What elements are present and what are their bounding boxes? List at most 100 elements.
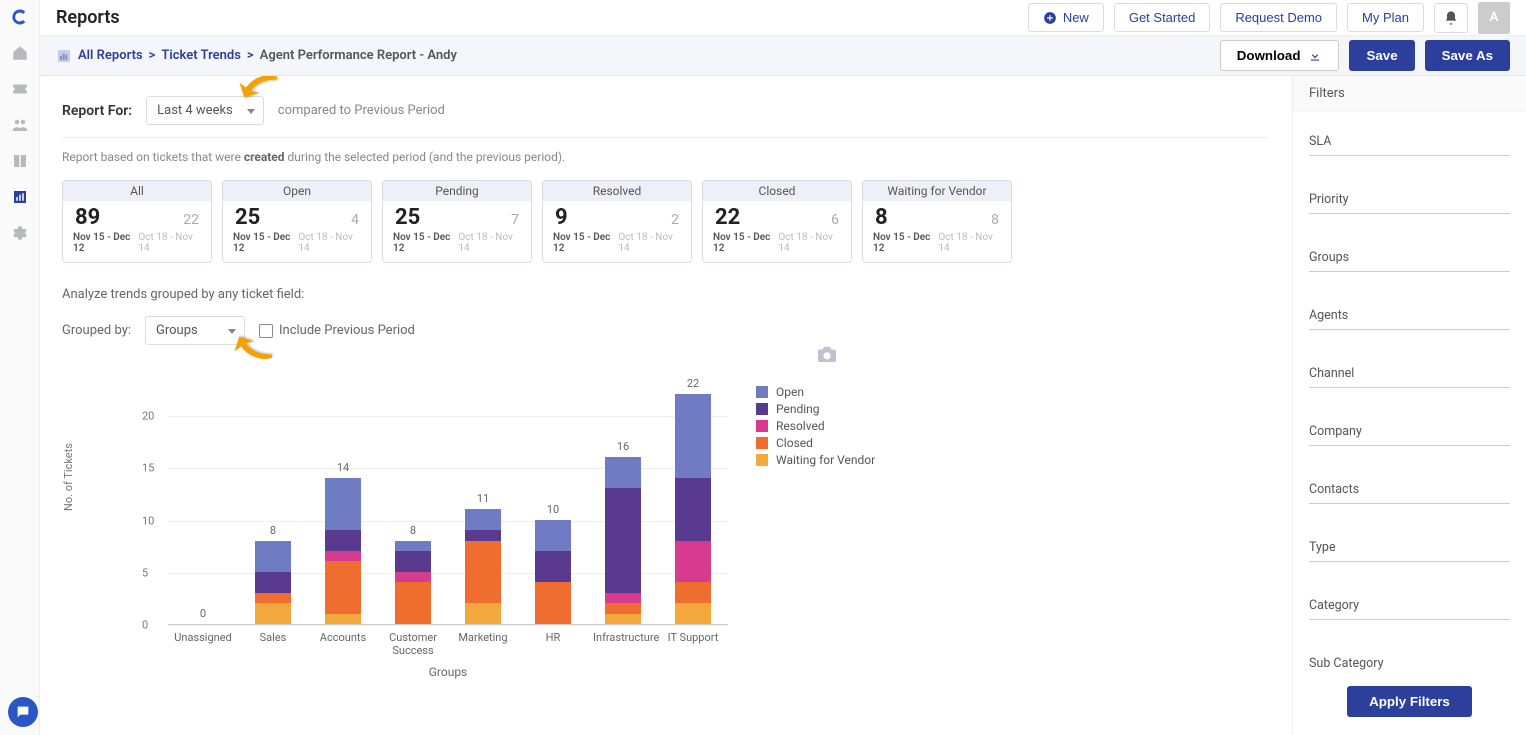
summary-card-title: Open <box>223 181 371 201</box>
summary-current-value: 8 <box>875 205 888 230</box>
x-tick: IT Support <box>663 631 723 644</box>
bar-segment <box>675 582 711 603</box>
summary-current-value: 25 <box>235 205 260 230</box>
bar-group[interactable]: 11 <box>465 509 501 624</box>
bar-group[interactable]: 14 <box>325 478 361 624</box>
settings-icon[interactable] <box>11 224 29 242</box>
notifications-button[interactable] <box>1434 3 1468 33</box>
breadcrumb-mid[interactable]: Ticket Trends <box>161 48 241 63</box>
breadcrumb-root[interactable]: All Reports <box>78 48 143 63</box>
x-tick: Infrastructure <box>593 631 653 644</box>
save-button[interactable]: Save <box>1349 40 1414 71</box>
x-axis-label: Groups <box>168 665 728 679</box>
bar-segment <box>675 394 711 477</box>
summary-current-value: 89 <box>75 205 100 230</box>
filter-field-contacts[interactable]: Contacts <box>1309 476 1510 504</box>
chevron-down-icon <box>228 329 236 334</box>
filter-field-type[interactable]: Type <box>1309 534 1510 562</box>
get-started-button[interactable]: Get Started <box>1114 3 1210 32</box>
summary-card-title: Closed <box>703 181 851 201</box>
bar-group[interactable]: 16 <box>605 457 641 624</box>
bar-segment <box>255 603 291 624</box>
new-button[interactable]: New <box>1028 3 1104 32</box>
request-demo-button[interactable]: Request Demo <box>1220 3 1337 32</box>
y-tick: 20 <box>142 410 154 423</box>
page-title: Reports <box>56 7 120 28</box>
breadcrumb-bar: All Reports > Ticket Trends > Agent Perf… <box>40 36 1526 76</box>
report-help-text: Report based on tickets that were create… <box>62 150 1268 164</box>
filter-field-channel[interactable]: Channel <box>1309 360 1510 388</box>
tickets-icon[interactable] <box>11 80 29 98</box>
bar-segment <box>605 603 641 613</box>
bar-segment <box>535 520 571 551</box>
filter-field-company[interactable]: Company <box>1309 418 1510 446</box>
summary-card[interactable]: Closed 22 6 Nov 15 - Dec 12 Oct 18 - Nov… <box>702 180 852 263</box>
bar-segment <box>605 614 641 624</box>
bar-group[interactable]: 8 <box>255 541 291 624</box>
left-nav <box>0 0 40 735</box>
x-tick: Unassigned <box>173 631 233 644</box>
camera-icon[interactable] <box>816 345 838 363</box>
filter-field-groups[interactable]: Groups <box>1309 244 1510 272</box>
bar-segment <box>605 593 641 603</box>
summary-card[interactable]: Resolved 9 2 Nov 15 - Dec 12 Oct 18 - No… <box>542 180 692 263</box>
bar-segment <box>255 572 291 593</box>
bar-segment <box>255 593 291 603</box>
download-icon <box>1308 49 1322 63</box>
x-tick: Sales <box>243 631 303 644</box>
bar-total-label: 11 <box>465 492 501 505</box>
summary-card[interactable]: Open 25 4 Nov 15 - Dec 12 Oct 18 - Nov 1… <box>222 180 372 263</box>
filter-field-sla[interactable]: SLA <box>1309 128 1510 156</box>
summary-card[interactable]: Pending 25 7 Nov 15 - Dec 12 Oct 18 - No… <box>382 180 532 263</box>
home-icon[interactable] <box>11 44 29 62</box>
grouped-by-select[interactable]: Groups <box>145 316 245 345</box>
filter-field-agents[interactable]: Agents <box>1309 302 1510 330</box>
filters-panel: Filters SLA Priority Groups Agents Channel Co… <box>1292 76 1526 735</box>
my-plan-button[interactable]: My Plan <box>1347 3 1424 32</box>
reports-icon[interactable] <box>11 188 29 206</box>
knowledge-icon[interactable] <box>11 152 29 170</box>
apply-filters-button[interactable]: Apply Filters <box>1347 686 1472 717</box>
x-tick: Customer Success <box>383 631 443 657</box>
bar-total-label: 16 <box>605 440 641 453</box>
bar-segment <box>535 582 571 624</box>
bar-group[interactable]: 8 <box>395 541 431 624</box>
legend-item: Open <box>756 385 875 399</box>
y-tick: 5 <box>142 566 148 579</box>
bar-segment <box>325 530 361 551</box>
bar-segment <box>465 603 501 624</box>
legend-swatch <box>756 403 768 415</box>
bar-group[interactable]: 10 <box>535 520 571 624</box>
summary-previous-value: 7 <box>511 212 519 228</box>
y-tick: 0 <box>142 619 148 632</box>
bar-group[interactable]: 22 <box>675 394 711 624</box>
filter-field-category[interactable]: Category <box>1309 592 1510 620</box>
bar-segment <box>465 509 501 530</box>
filter-field-sub-category[interactable]: Sub Category <box>1309 650 1510 674</box>
chart-icon <box>56 48 72 64</box>
user-avatar[interactable]: A <box>1478 2 1510 34</box>
legend-swatch <box>756 386 768 398</box>
bar-total-label: 14 <box>325 461 361 474</box>
new-button-label: New <box>1063 10 1089 25</box>
summary-card[interactable]: Waiting for Vendor 8 8 Nov 15 - Dec 12 O… <box>862 180 1012 263</box>
compared-text: compared to Previous Period <box>278 103 445 118</box>
bar-segment <box>395 551 431 572</box>
save-as-button[interactable]: Save As <box>1425 40 1510 71</box>
bar-segment <box>325 561 361 613</box>
bar-segment <box>325 614 361 624</box>
chat-fab[interactable] <box>8 697 38 727</box>
legend-item: Closed <box>756 436 875 450</box>
include-previous-checkbox[interactable]: Include Previous Period <box>259 323 415 338</box>
legend-item: Resolved <box>756 419 875 433</box>
bar-segment <box>605 457 641 488</box>
agents-icon[interactable] <box>11 116 29 134</box>
download-button[interactable]: Download <box>1220 40 1340 71</box>
bar-total-label: 0 <box>185 607 221 620</box>
summary-card[interactable]: All 89 22 Nov 15 - Dec 12 Oct 18 - Nov 1… <box>62 180 212 263</box>
filter-field-priority[interactable]: Priority <box>1309 186 1510 214</box>
report-period-select[interactable]: Last 4 weeks <box>146 96 264 125</box>
summary-card-title: All <box>63 181 211 201</box>
filters-title: Filters <box>1293 76 1526 112</box>
bar-segment <box>605 488 641 592</box>
